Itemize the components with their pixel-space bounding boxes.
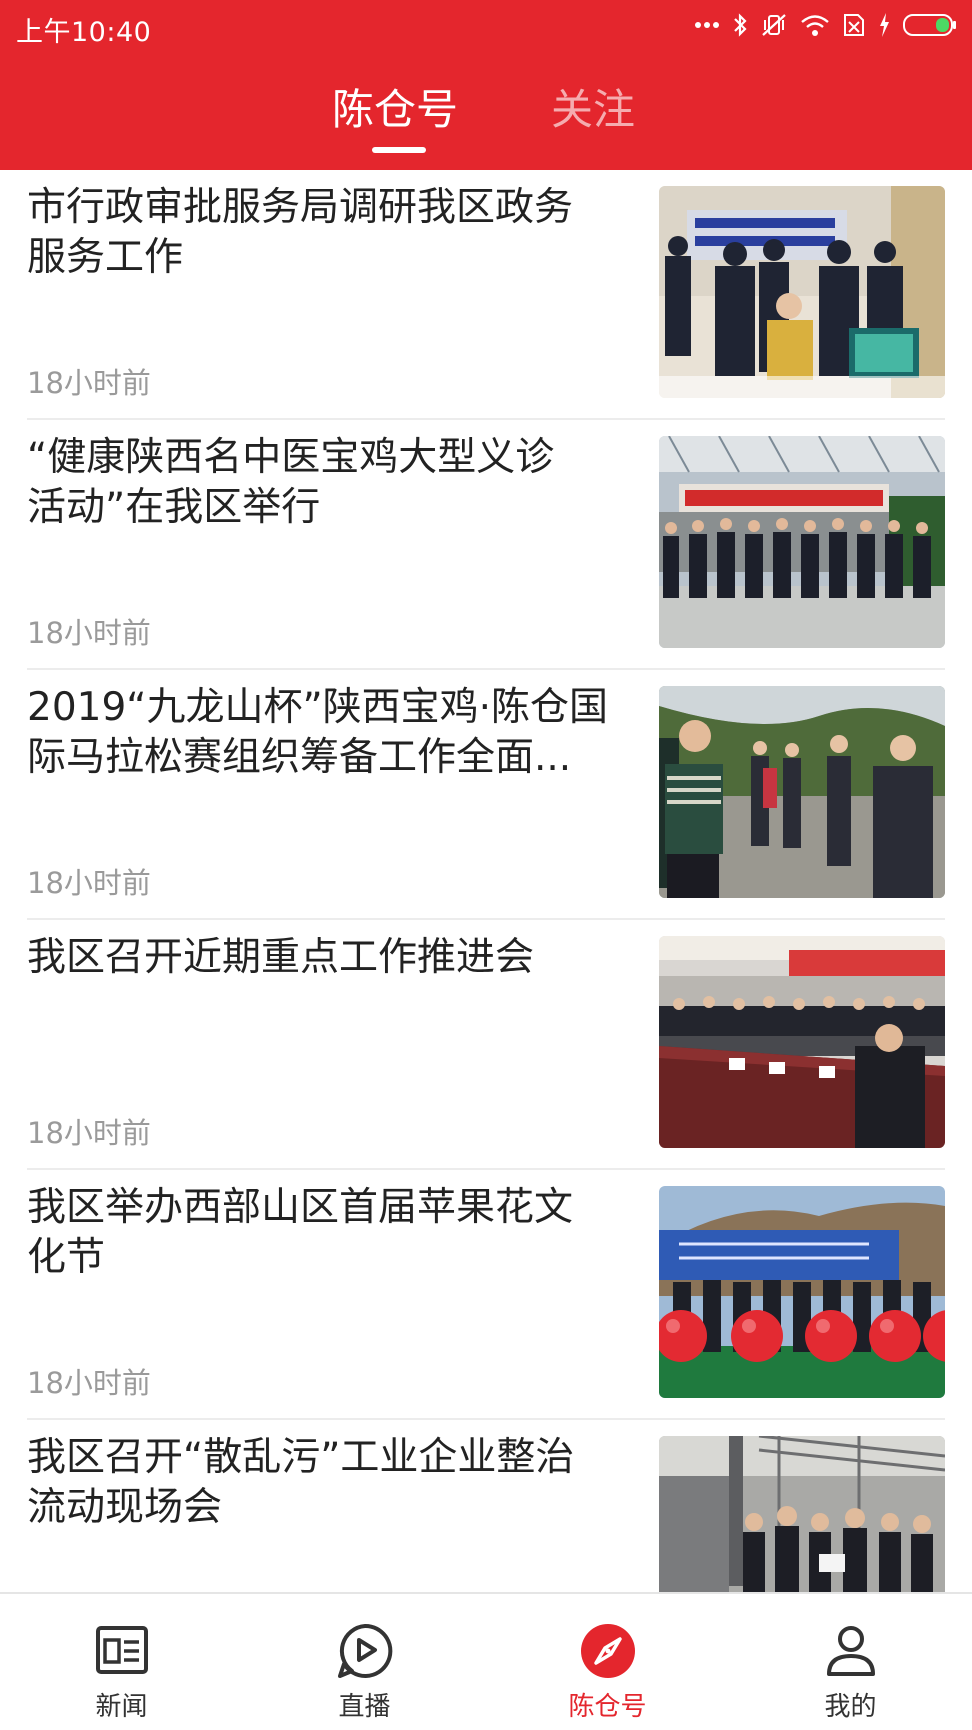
no-sim-icon: [842, 12, 866, 38]
play-icon: [336, 1622, 394, 1680]
battery-icon: [902, 12, 958, 38]
nav-live[interactable]: 直播: [243, 1594, 486, 1730]
item-title: 市行政审批服务局调研我区政务 服务工作: [27, 185, 574, 280]
nav-label: 我的: [824, 1692, 877, 1722]
list-item[interactable]: 我区举办西部山区首届苹果花文 化节 18小时前: [0, 1170, 972, 1420]
item-thumbnail: [659, 436, 945, 648]
bottom-nav: 新闻 直播 陈仓号 我的: [0, 1592, 972, 1730]
nav-label: 新闻: [95, 1692, 148, 1722]
item-thumbnail: [659, 936, 945, 1148]
news-feed[interactable]: 市行政审批服务局调研我区政务 服务工作 18小时前 “健康陕西名中医宝鸡大型义诊…: [0, 170, 972, 1592]
tab-chencanghao[interactable]: 陈仓号: [332, 80, 458, 140]
wifi-icon: [800, 13, 830, 37]
person-icon: [822, 1622, 880, 1680]
nav-label: 直播: [338, 1692, 391, 1722]
item-thumbnail: [659, 1436, 945, 1592]
status-bar: 上午10:40: [0, 0, 972, 50]
bluetooth-icon: [732, 12, 748, 38]
status-icons: [694, 10, 958, 40]
item-thumbnail: [659, 686, 945, 898]
active-tab-indicator: [372, 147, 426, 153]
vibrate-off-icon: [760, 12, 788, 38]
list-item[interactable]: 我区召开“散乱污”工业企业整治 流动现场会: [0, 1420, 972, 1592]
item-thumbnail: [659, 1186, 945, 1398]
nav-chencanghao[interactable]: 陈仓号: [486, 1594, 729, 1730]
app-header: 上午10:40 陈仓号 关注: [0, 0, 972, 170]
nav-label: 陈仓号: [568, 1692, 647, 1722]
item-time: 18小时前: [27, 1116, 151, 1150]
tab-follow[interactable]: 关注: [551, 80, 635, 140]
item-time: 18小时前: [27, 366, 151, 400]
list-item[interactable]: “健康陕西名中医宝鸡大型义诊 活动”在我区举行 18小时前: [0, 420, 972, 670]
item-time: 18小时前: [27, 866, 151, 900]
charging-icon: [878, 12, 890, 38]
compass-icon: [579, 1622, 637, 1680]
item-title: “健康陕西名中医宝鸡大型义诊 活动”在我区举行: [27, 435, 555, 530]
nav-news[interactable]: 新闻: [0, 1594, 243, 1730]
item-time: 18小时前: [27, 1366, 151, 1400]
list-item[interactable]: 我区召开近期重点工作推进会 18小时前: [0, 920, 972, 1170]
list-item[interactable]: 市行政审批服务局调研我区政务 服务工作 18小时前: [0, 170, 972, 420]
item-thumbnail: [659, 186, 945, 398]
status-time: 上午10:40: [16, 17, 152, 48]
item-time: 18小时前: [27, 616, 151, 650]
more-dots-icon: [694, 20, 720, 30]
list-item[interactable]: 2019“九龙山杯”陕西宝鸡·陈仓国 际马拉松赛组织筹备工作全面... 18小时…: [0, 670, 972, 920]
item-title: 我区举办西部山区首届苹果花文 化节: [27, 1185, 574, 1280]
item-title: 我区召开“散乱污”工业企业整治 流动现场会: [27, 1435, 575, 1530]
newspaper-icon: [93, 1622, 151, 1680]
nav-me[interactable]: 我的: [729, 1594, 972, 1730]
top-tabs: 陈仓号 关注: [0, 80, 972, 170]
item-title: 2019“九龙山杯”陕西宝鸡·陈仓国 际马拉松赛组织筹备工作全面...: [27, 685, 609, 780]
item-title: 我区召开近期重点工作推进会: [27, 935, 535, 980]
